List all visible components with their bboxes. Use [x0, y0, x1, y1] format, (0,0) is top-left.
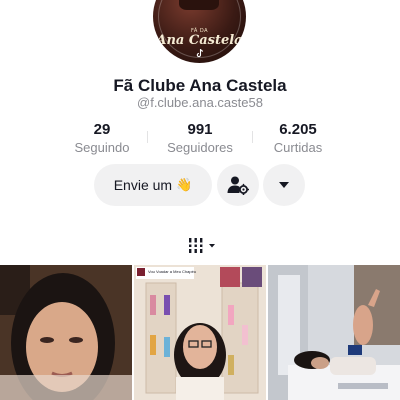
tiktok-icon	[153, 48, 246, 60]
more-options-button[interactable]	[263, 164, 305, 206]
stat-following-value: 29	[93, 121, 111, 138]
stat-followers[interactable]: 991 Seguidores	[155, 121, 245, 156]
profile-handle: @f.clube.ana.caste58	[137, 95, 263, 110]
video-thumbnail[interactable]	[268, 265, 400, 400]
stat-followers-label: Seguidores	[167, 140, 233, 155]
videos-grid-icon[interactable]	[187, 237, 217, 255]
profile-avatar[interactable]: FÃ DA Ana Castela	[153, 0, 246, 63]
stat-followers-value: 991	[187, 121, 213, 138]
message-button[interactable]: Envie um 👋	[94, 164, 212, 206]
user-gear-icon	[227, 176, 249, 195]
avatar-logo-text: Ana Castela	[156, 33, 243, 48]
user-settings-button[interactable]	[217, 164, 259, 206]
stat-likes[interactable]: 6.205 Curtidas	[253, 121, 343, 156]
stat-following-label: Seguindo	[74, 140, 130, 155]
avatar-figure	[179, 0, 219, 10]
caret-down-icon	[279, 182, 289, 188]
video-grid: Vou Voadar a Meu Chapéu	[0, 265, 400, 400]
video-overlay-text: Vou Voadar a Meu Chapéu	[148, 269, 196, 274]
stat-likes-value: 6.205	[279, 121, 317, 138]
wave-emoji: 👋	[176, 177, 193, 192]
message-button-label: Envie um	[113, 177, 173, 193]
video-thumbnail[interactable]: Vou Voadar a Meu Chapéu	[134, 265, 266, 400]
video-thumbnail[interactable]	[0, 265, 132, 400]
profile-page: FÃ DA Ana Castela Fã Clube Ana Castela @…	[0, 0, 400, 400]
stat-divider	[147, 131, 148, 143]
stat-likes-label: Curtidas	[273, 140, 323, 155]
profile-name: Fã Clube Ana Castela	[113, 76, 287, 95]
stat-following[interactable]: 29 Seguindo	[57, 121, 147, 156]
